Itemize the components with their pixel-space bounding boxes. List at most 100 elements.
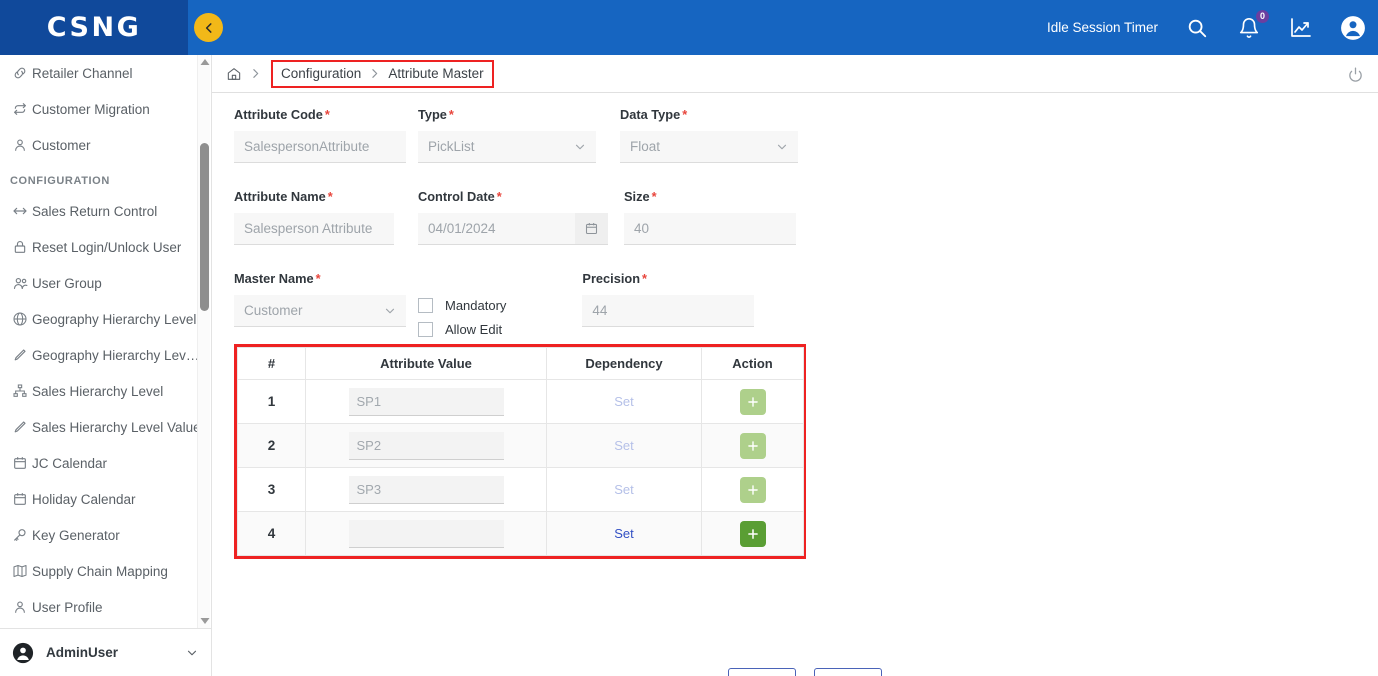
save-button[interactable]: Save (728, 668, 796, 676)
sidebar-item-customer-migration[interactable]: Customer Migration (0, 91, 212, 127)
sidebar-item-label: Key Generator (32, 527, 120, 543)
set-dependency-link[interactable]: Set (614, 526, 634, 541)
add-row-button[interactable] (739, 476, 766, 503)
sidebar-user-footer[interactable]: AdminUser (0, 628, 211, 676)
search-icon[interactable] (1184, 15, 1210, 41)
add-row-button[interactable] (739, 520, 766, 547)
master-name-label: Master Name (234, 271, 314, 286)
set-dependency-link[interactable]: Set (614, 482, 634, 497)
globe-icon (8, 311, 32, 327)
form-row-3: Master Name* Mandatory (234, 271, 1378, 343)
table-row: 4 Set (237, 511, 804, 556)
calendar-icon (8, 491, 32, 507)
chevron-down-icon[interactable] (185, 646, 199, 660)
field-master-name: Master Name * (234, 271, 406, 343)
sidebar-item-jc-calendar[interactable]: JC Calendar (0, 445, 212, 481)
table-row: 1 Set (237, 379, 804, 424)
set-dependency-link[interactable]: Set (614, 438, 634, 453)
column-header-dependency: Dependency (546, 347, 702, 380)
precision-input[interactable] (582, 295, 755, 327)
breadcrumb: Configuration Attribute Master (212, 55, 1378, 93)
sidebar-item-geography-hierarchy-level[interactable]: Geography Hierarchy Level (0, 301, 212, 337)
control-date-input[interactable] (418, 213, 575, 245)
user-circle-icon (12, 642, 34, 664)
attribute-name-input[interactable] (234, 213, 394, 245)
sidebar-item-user-group[interactable]: User Group (0, 265, 212, 301)
allow-edit-checkbox-row[interactable]: Allow Edit (418, 319, 506, 339)
set-dependency-link[interactable]: Set (614, 394, 634, 409)
type-select-wrap (418, 131, 596, 163)
sidebar-scrollbar[interactable] (197, 55, 210, 628)
sidebar-item-label: Retailer Channel (32, 65, 133, 81)
calendar-icon[interactable] (575, 213, 608, 245)
sidebar-item-label: User Profile (32, 599, 103, 615)
key-icon (8, 527, 32, 543)
sidebar-item-user-profile[interactable]: User Profile (0, 589, 212, 625)
sidebar-item-label: Sales Hierarchy Level (32, 383, 164, 399)
chevron-right-icon (249, 67, 262, 80)
calendar-icon (8, 455, 32, 471)
field-precision: Precision * (582, 271, 755, 343)
sidebar-item-sales-hierarchy-level-value[interactable]: Sales Hierarchy Level Value (0, 409, 212, 445)
row-attribute-value-cell (305, 511, 547, 556)
chart-line-icon[interactable] (1288, 15, 1314, 41)
size-label: Size (624, 189, 650, 204)
size-input[interactable] (624, 213, 796, 245)
data-type-label: Data Type (620, 107, 681, 122)
master-name-select[interactable] (234, 295, 406, 327)
row-action-cell (701, 379, 804, 424)
cancel-button[interactable]: Cancel (814, 668, 882, 676)
required-marker: * (324, 107, 330, 122)
data-type-select[interactable] (620, 131, 798, 163)
sidebar-item-supply-chain-mapping[interactable]: Supply Chain Mapping (0, 553, 212, 589)
scrollbar-thumb[interactable] (200, 143, 209, 311)
field-label: Master Name * (234, 271, 406, 286)
brand-logo[interactable]: CSNG (0, 0, 188, 55)
control-date-wrap (418, 213, 608, 245)
attribute-value-input[interactable] (348, 519, 504, 548)
type-select[interactable] (418, 131, 596, 163)
sidebar-item-label: Supply Chain Mapping (32, 563, 168, 579)
user-circle-icon[interactable] (1340, 15, 1366, 41)
field-attribute-code: Attribute Code * (234, 107, 406, 163)
allow-edit-checkbox[interactable] (418, 321, 433, 337)
row-attribute-value-cell (305, 467, 547, 512)
row-index: 4 (237, 511, 306, 556)
sidebar-collapse-toggle[interactable] (194, 13, 223, 42)
caret-up-icon[interactable] (198, 55, 211, 69)
caret-down-icon[interactable] (198, 614, 211, 628)
column-header-index: # (237, 347, 306, 380)
form-row-2: Attribute Name* Control Date* (234, 189, 1378, 245)
mandatory-checkbox-row[interactable]: Mandatory (418, 295, 506, 315)
attribute-code-input[interactable] (234, 131, 406, 163)
attribute-value-input[interactable] (348, 475, 504, 504)
attribute-value-input[interactable] (348, 387, 504, 416)
sidebar-item-key-generator[interactable]: Key Generator (0, 517, 212, 553)
sidebar-item-geography-hierarchy-level-value[interactable]: Geography Hierarchy Leve... (0, 337, 212, 373)
field-label: Type * (418, 107, 596, 122)
power-icon[interactable] (1347, 66, 1364, 83)
mandatory-checkbox[interactable] (418, 297, 433, 313)
pencil-icon (8, 347, 32, 363)
sidebar-item-sales-return-control[interactable]: Sales Return Control (0, 193, 212, 229)
sidebar-item-retailer-channel[interactable]: Retailer Channel (0, 55, 212, 91)
admin-user-name: AdminUser (46, 645, 119, 660)
add-row-button[interactable] (739, 432, 766, 459)
required-marker: * (448, 107, 454, 122)
attribute-value-input[interactable] (348, 431, 504, 460)
sidebar-item-sales-hierarchy-level[interactable]: Sales Hierarchy Level (0, 373, 212, 409)
field-label: Attribute Code * (234, 107, 406, 122)
row-index: 3 (237, 467, 306, 512)
sidebar-item-holiday-calendar[interactable]: Holiday Calendar (0, 481, 212, 517)
sidebar: Retailer Channel Customer Migration Cust… (0, 55, 212, 676)
required-marker: * (315, 271, 321, 286)
home-icon[interactable] (226, 66, 242, 82)
sidebar-item-reset-login-unlock-user[interactable]: Reset Login/Unlock User (0, 229, 212, 265)
breadcrumb-parent-link[interactable]: Configuration (281, 66, 361, 81)
sidebar-item-label: Sales Hierarchy Level Value (32, 419, 201, 435)
add-row-button[interactable] (739, 388, 766, 415)
table-header-row: # Attribute Value Dependency Action (237, 347, 804, 380)
bell-icon[interactable]: 0 (1236, 9, 1269, 41)
lock-icon (8, 239, 32, 255)
sidebar-item-customer[interactable]: Customer (0, 127, 212, 163)
